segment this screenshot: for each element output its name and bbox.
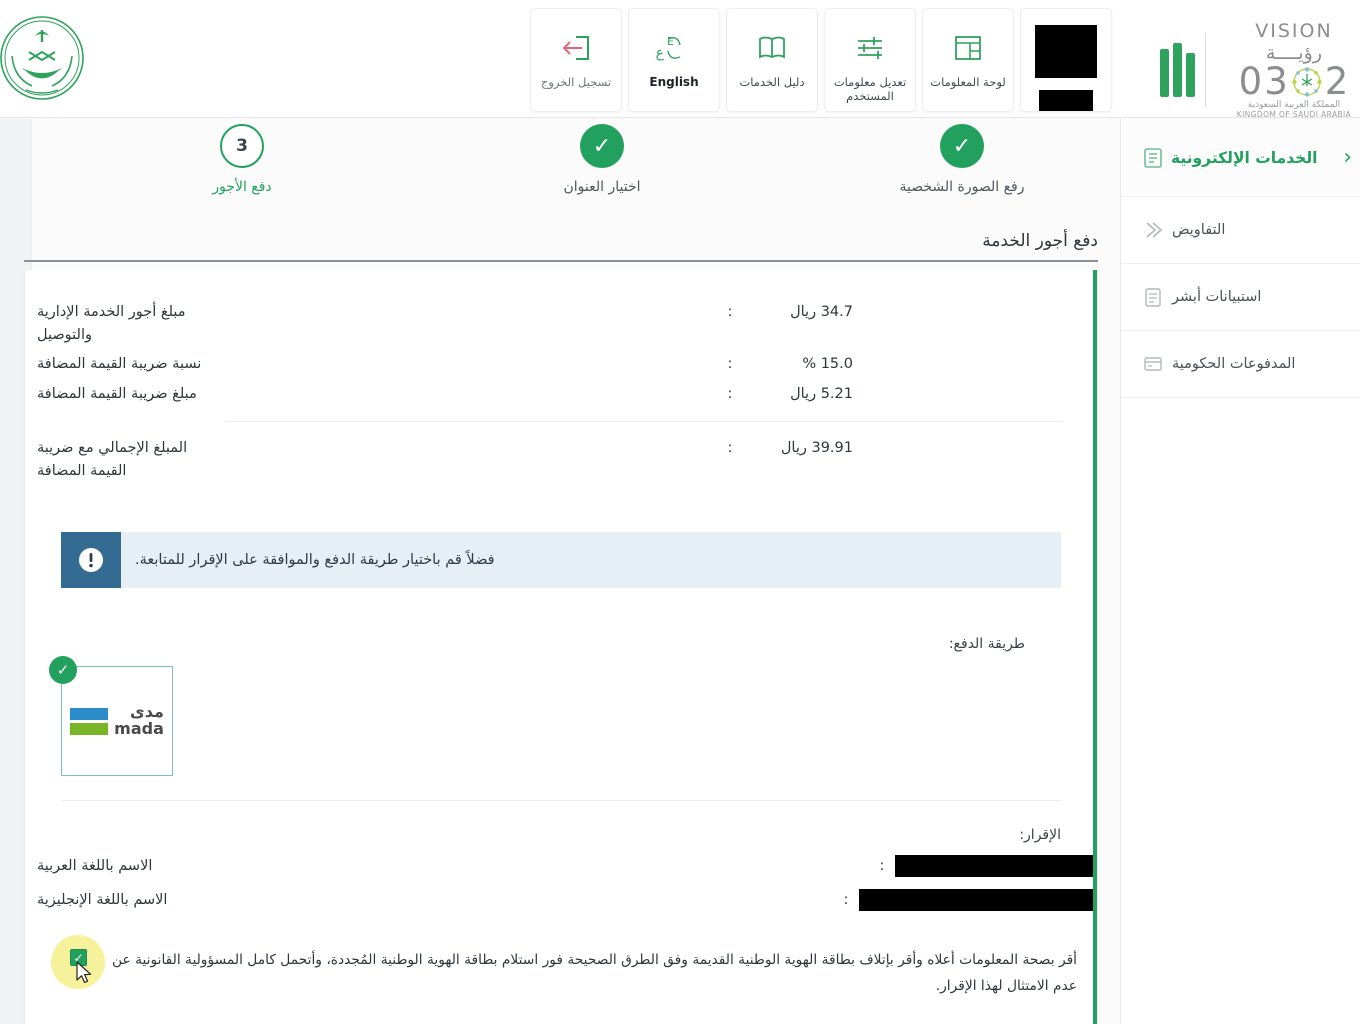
step-pay-fees-label: دفع الأجور bbox=[212, 179, 272, 195]
eservices-icon bbox=[1143, 147, 1163, 169]
sidebar-item-delegations[interactable]: التفاويض bbox=[1121, 197, 1360, 264]
main-content: دفع أجور الخدمة 34.7 ريال : مبلغ أجور ال… bbox=[0, 214, 1120, 1024]
fee-row-vat-rate: 15.0 % : نسبة ضريبة القيمة المضافة bbox=[25, 350, 1097, 379]
info-alert-text: فضلاً قم باختيار طريقة الدفع والموافقة ع… bbox=[135, 552, 495, 569]
check-icon: ✓ bbox=[940, 124, 984, 168]
step-choose-address-label: اختيار العنوان bbox=[563, 179, 641, 195]
fees-table: 34.7 ريال : مبلغ أجور الخدمة الإدارية وا… bbox=[25, 270, 1097, 492]
nav-language[interactable]: E ع English bbox=[628, 8, 720, 112]
declaration-row-name-ar: : الاسم باللغة العربية bbox=[25, 855, 1097, 878]
fee-vat-amount-value: 5.21 ريال bbox=[790, 385, 853, 402]
declaration-row-name-en: : الاسم باللغة الإنجليزية bbox=[25, 889, 1097, 912]
sidebar-item-government-payments[interactable]: المدفوعات الحكومية bbox=[1121, 331, 1360, 398]
name-en-value-redacted bbox=[859, 889, 1097, 912]
sidebar-title: الخدمات الإلكترونية bbox=[1171, 148, 1318, 167]
fee-service-value: 34.7 ريال bbox=[790, 304, 853, 320]
chevron-left-icon[interactable]: ‹ bbox=[1343, 146, 1352, 169]
vision-2030-logo: VISION رؤيــــة 2 3 0 المملكة العربية ال… bbox=[1160, 20, 1360, 119]
nav-services-guide[interactable]: دليل الخدمات bbox=[726, 8, 818, 112]
decl-colon: : bbox=[879, 858, 885, 875]
site-header: تسجيل الخروج E ع English دليل الخدمات تع… bbox=[0, 0, 1360, 119]
step-number: 3 bbox=[220, 124, 264, 168]
exclamation-icon bbox=[61, 532, 121, 589]
fees-divider bbox=[225, 420, 1062, 422]
vision-word-en: VISION bbox=[1255, 20, 1333, 42]
vision-year: 2 30 bbox=[1238, 60, 1350, 103]
svg-text:E: E bbox=[667, 35, 674, 48]
declaration-label: الإقرار: bbox=[1019, 827, 1061, 844]
fee-colon: : bbox=[727, 439, 733, 456]
payment-option-mada[interactable]: ✓ مدى mada bbox=[49, 656, 173, 777]
consent-text: أقر بصحة المعلومات أعلاه وأقر بإتلاف بطا… bbox=[111, 952, 1077, 995]
fee-vat-rate-label: نسبة ضريبة القيمة المضافة bbox=[37, 356, 202, 373]
vision-palm-icon bbox=[1292, 66, 1322, 97]
fee-colon: : bbox=[727, 304, 733, 320]
mada-name-en: mada bbox=[114, 719, 164, 739]
nav-dashboard[interactable]: لوحة المعلومات bbox=[922, 8, 1014, 112]
page-root: تسجيل الخروج E ع English دليل الخدمات تع… bbox=[0, 0, 1360, 1024]
nav-logout-label: تسجيل الخروج bbox=[540, 75, 612, 89]
language-icon: E ع bbox=[654, 23, 694, 73]
sidebar-header[interactable]: ‹ الخدمات الإلكترونية bbox=[1121, 119, 1360, 197]
fee-vat-amount-label: مبلغ ضريبة القيمة المضافة bbox=[37, 385, 197, 402]
step-pay-fees[interactable]: 3 دفع الأجور bbox=[132, 124, 352, 195]
nav-user-avatar[interactable] bbox=[1020, 8, 1112, 112]
fee-row-vat-amount: 5.21 ريال : مبلغ ضريبة القيمة المضافة bbox=[25, 380, 1097, 409]
sidebar-item-surveys[interactable]: استبيانات أبشر bbox=[1121, 264, 1360, 331]
logo-divider bbox=[1205, 32, 1206, 107]
declaration-section: الإقرار: : الاسم باللغة العربية : الاسم … bbox=[25, 827, 1097, 1024]
fee-row-total: 39.91 ريال : المبلغ الإجمالي مع ضريبة ال… bbox=[25, 434, 1097, 486]
fee-service-label: مبلغ أجور الخدمة الإدارية والتوصيل bbox=[37, 304, 186, 344]
svg-text:ع: ع bbox=[656, 45, 665, 61]
logout-icon bbox=[556, 23, 596, 73]
nav-edit-user-info[interactable]: تعديل معلومات المستخدم bbox=[824, 8, 916, 112]
step-upload-photo[interactable]: ✓ رفع الصورة الشخصية bbox=[852, 124, 1072, 195]
ministry-emblem-icon bbox=[0, 12, 88, 104]
step-upload-photo-label: رفع الصورة الشخصية bbox=[899, 179, 1025, 195]
consent-row: ✓ أقر بصحة المعلومات أعلاه وأقر بإتلاف ب… bbox=[51, 935, 1081, 1024]
nav-language-label: English bbox=[649, 75, 699, 89]
name-ar-label: الاسم باللغة العربية bbox=[37, 858, 153, 875]
nav-dashboard-label: لوحة المعلومات bbox=[930, 75, 1006, 89]
payments-icon bbox=[1143, 353, 1163, 375]
selected-check-icon: ✓ bbox=[49, 656, 77, 685]
mouse-cursor-icon bbox=[75, 961, 95, 991]
survey-icon bbox=[1143, 286, 1163, 308]
dashboard-icon bbox=[948, 23, 988, 73]
nav-logout[interactable]: تسجيل الخروج bbox=[530, 8, 622, 112]
avatar bbox=[1035, 25, 1097, 79]
payment-card: 34.7 ريال : مبلغ أجور الخدمة الإدارية وا… bbox=[24, 270, 1098, 1024]
fee-total-label: المبلغ الإجمالي مع ضريبة القيمة المضافة bbox=[37, 439, 188, 479]
fee-row-service: 34.7 ريال : مبلغ أجور الخدمة الإدارية وا… bbox=[25, 298, 1097, 350]
vision-kingdom-en: KINGDOM OF SAUDI ARABIA bbox=[1236, 110, 1352, 120]
name-en-label: الاسم باللغة الإنجليزية bbox=[37, 892, 168, 909]
panel-title-row: دفع أجور الخدمة bbox=[24, 214, 1098, 262]
mada-logo-icon: مدى mada bbox=[70, 704, 164, 738]
sidebar-item-delegations-label: التفاويض bbox=[1172, 222, 1226, 238]
book-icon bbox=[752, 23, 792, 73]
sidebar: ‹ الخدمات الإلكترونية التفاويض استبيانات… bbox=[1120, 119, 1360, 1024]
sidebar-item-government-payments-label: المدفوعات الحكومية bbox=[1172, 356, 1296, 372]
name-ar-value-redacted bbox=[895, 855, 1097, 878]
payment-method-label: طريقة الدفع: bbox=[948, 636, 1025, 653]
nav-edit-user-info-label: تعديل معلومات المستخدم bbox=[833, 75, 907, 104]
sidebar-item-surveys-label: استبيانات أبشر bbox=[1172, 289, 1262, 305]
fee-colon: : bbox=[727, 356, 733, 373]
nav-services-guide-label: دليل الخدمات bbox=[739, 75, 805, 89]
info-alert: فضلاً قم باختيار طريقة الدفع والموافقة ع… bbox=[61, 532, 1061, 589]
check-icon: ✓ bbox=[580, 124, 624, 168]
decl-colon: : bbox=[843, 892, 849, 909]
user-name-redacted bbox=[1039, 90, 1093, 111]
page-title: دفع أجور الخدمة bbox=[982, 231, 1098, 251]
fee-colon: : bbox=[727, 385, 733, 402]
fee-vat-rate-value: 15.0 % bbox=[802, 356, 853, 373]
delegation-icon bbox=[1143, 219, 1163, 241]
sliders-icon bbox=[850, 23, 890, 73]
step-choose-address[interactable]: ✓ اختيار العنوان bbox=[492, 124, 712, 195]
fee-total-value: 39.91 ريال bbox=[780, 439, 853, 456]
progress-stepper: ✓ رفع الصورة الشخصية ✓ اختيار العنوان 3 … bbox=[0, 124, 1120, 274]
payment-method-section: طريقة الدفع: ✓ مدى mada bbox=[25, 636, 1097, 802]
absher-logo-icon bbox=[1160, 42, 1195, 97]
header-nav-cards: تسجيل الخروج E ع English دليل الخدمات تع… bbox=[530, 8, 1112, 112]
